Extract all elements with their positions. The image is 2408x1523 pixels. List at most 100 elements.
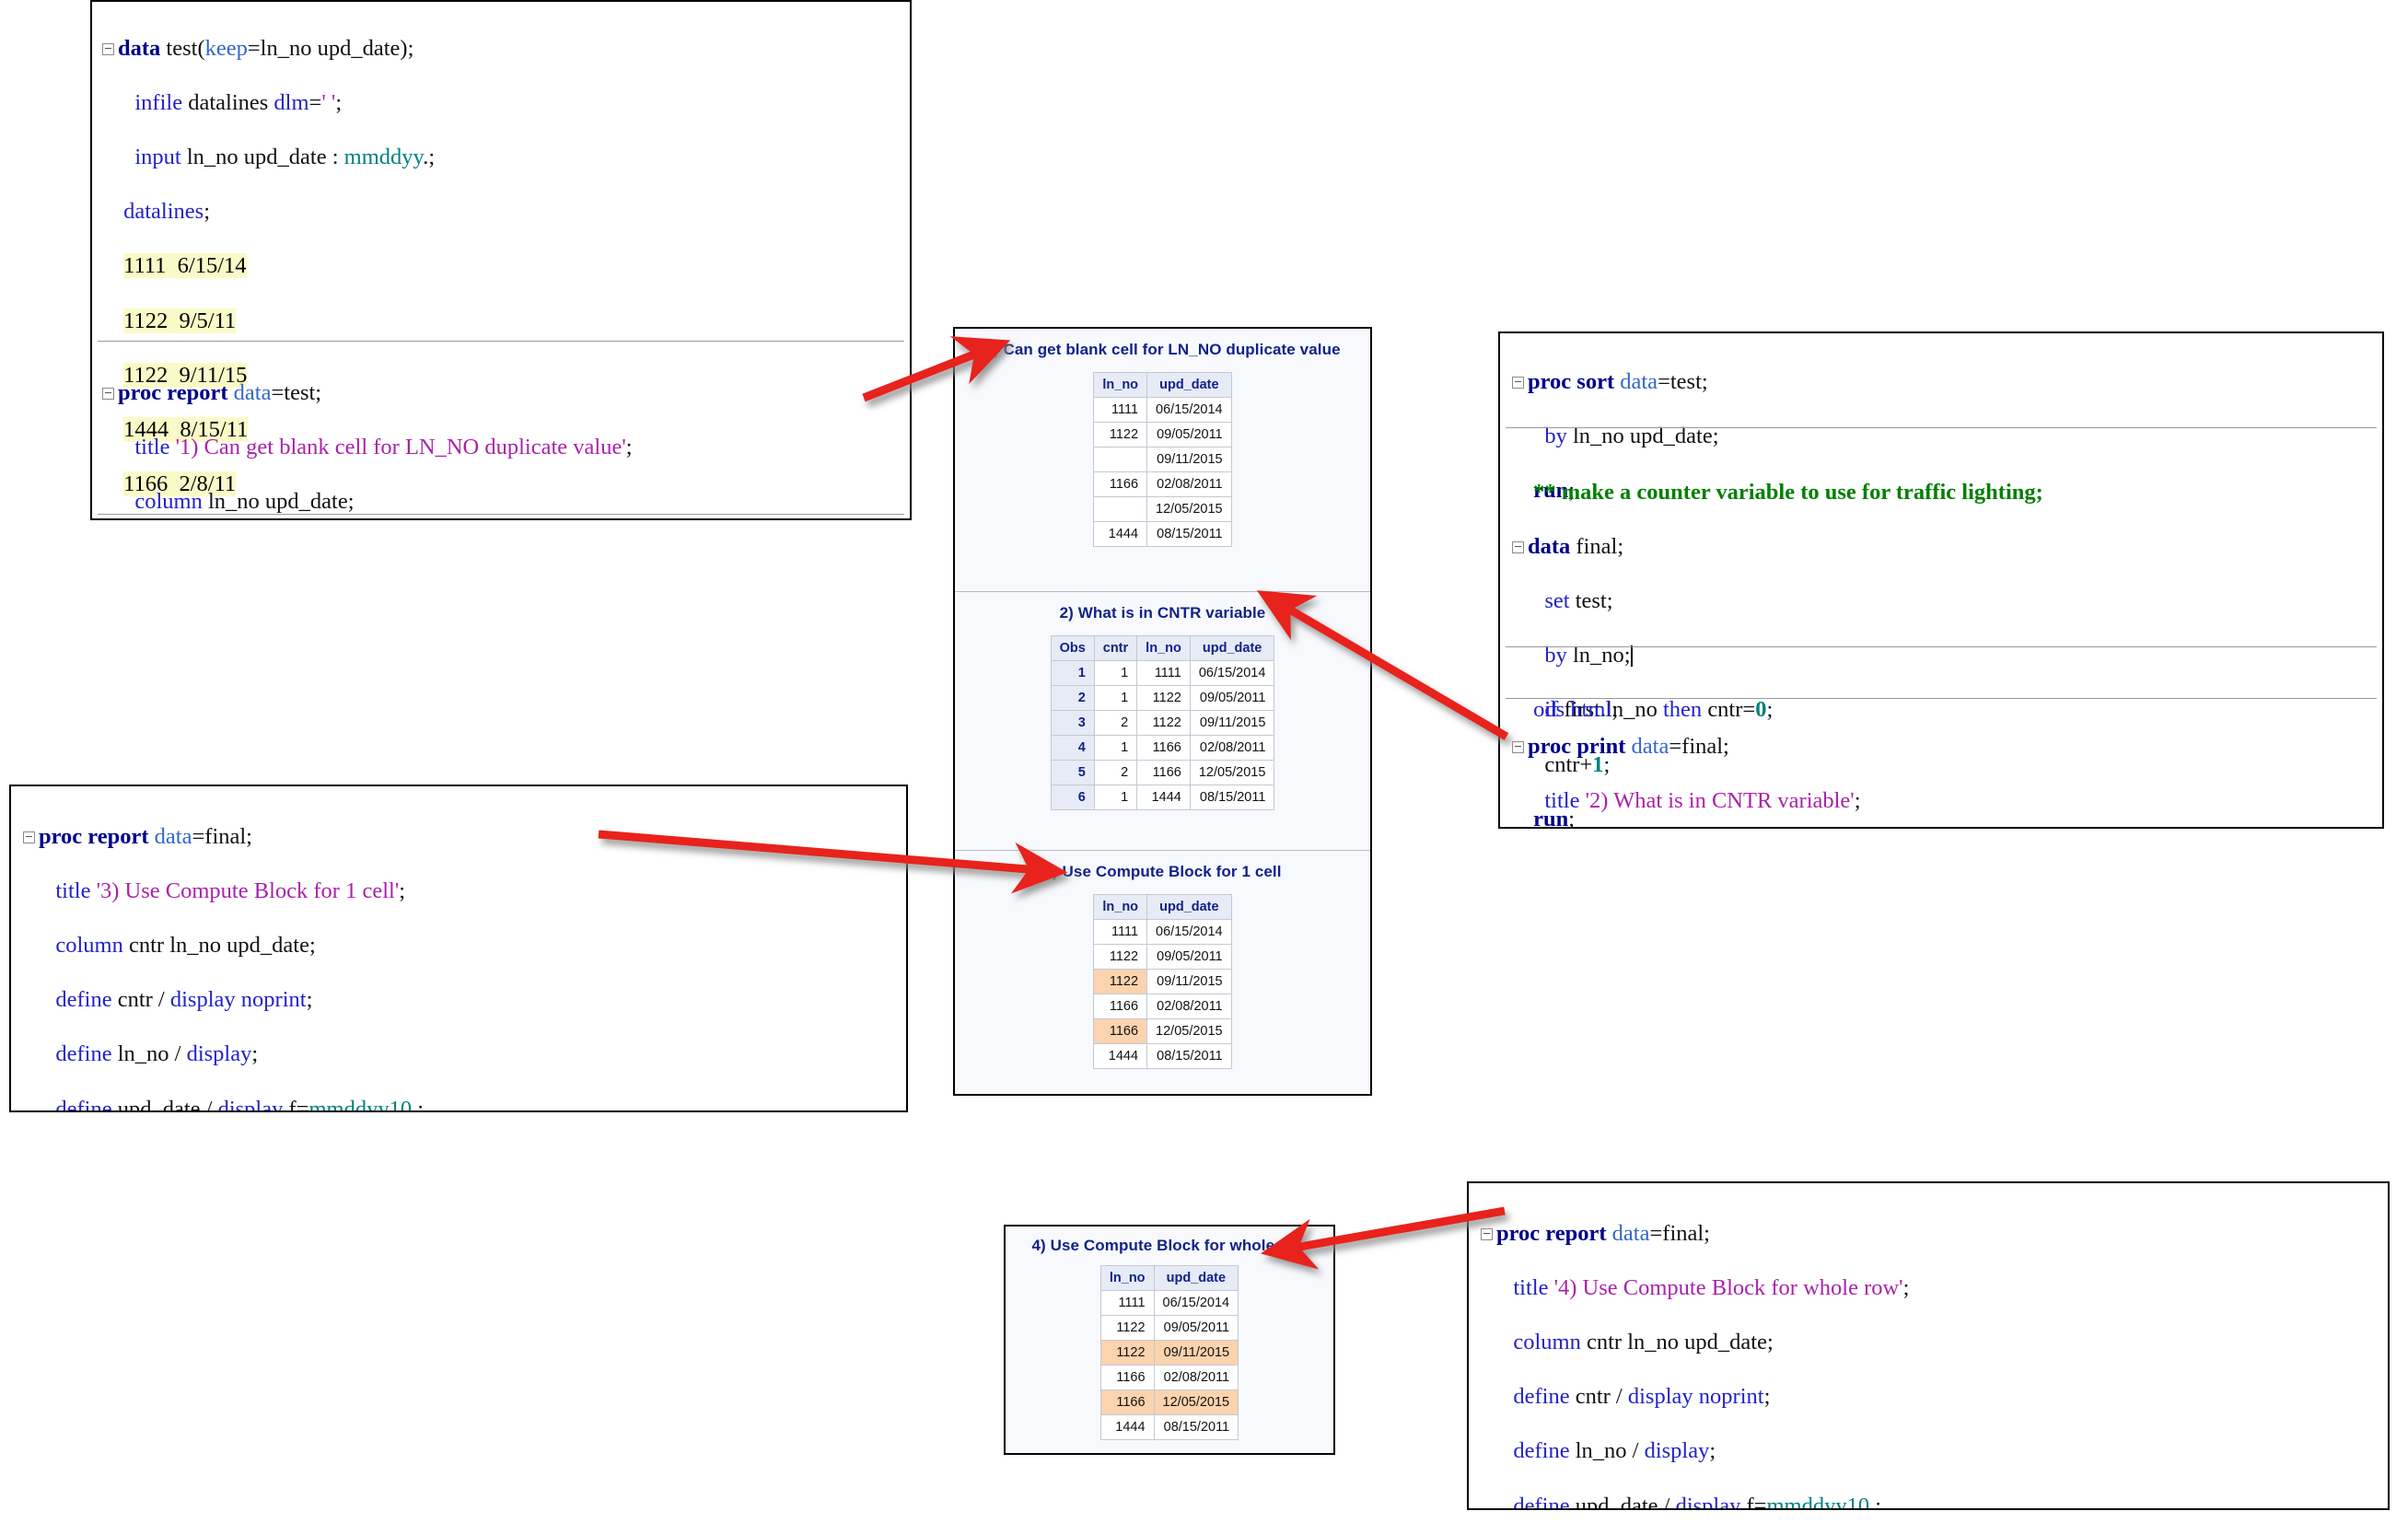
table-cell: 3 [1051,711,1094,736]
output-table-2: Obs cntr ln_no upd_date 11111106/15/2014… [1051,635,1275,810]
code-panel-proc-report-3: proc report data=final; title '3) Use Co… [9,785,908,1112]
sas-code-proc-report-4[interactable]: proc report data=final; title '4) Use Co… [1496,1192,2388,1510]
table-cell: 5 [1051,761,1094,785]
table-cell: 12/05/2015 [1190,761,1274,785]
table-cell: 06/15/2014 [1147,920,1232,945]
table-row: 144408/15/2011 [1094,522,1231,547]
collapse-box-icon[interactable] [102,43,114,55]
collapse-box-icon[interactable] [1512,541,1524,553]
table-cell: 12/05/2015 [1154,1390,1239,1415]
collapse-box-icon[interactable] [23,831,35,843]
column-header-ln-no: ln_no [1137,636,1191,661]
table-cell: 1166 [1100,1390,1154,1415]
table-cell: 1122 [1094,970,1147,994]
table-row: 116602/08/2011 [1094,472,1231,497]
column-header-upd-date: upd_date [1154,1266,1239,1291]
table-cell: 1122 [1100,1341,1154,1366]
collapse-box-icon[interactable] [1512,741,1524,753]
table-cell [1094,448,1147,472]
table-cell: 08/15/2011 [1154,1415,1239,1440]
table-cell: 4 [1051,736,1094,761]
table-cell: 2 [1094,711,1136,736]
table-cell: 1166 [1094,994,1147,1019]
sas-code-proc-print-body[interactable]: proc print data=final; title '2) What is… [1528,705,1861,829]
collapse-box-icon[interactable] [102,388,114,400]
output-section-1: 1) Can get blank cell for LN_NO duplicat… [955,329,1370,591]
table-cell: 1111 [1137,661,1191,686]
ods-output-panel-4: 4) Use Compute Block for whole row ln_no… [1004,1225,1335,1455]
table-cell: 09/05/2011 [1154,1316,1239,1341]
code-panel-data-test: data test(keep=ln_no upd_date); infile d… [90,0,912,520]
table-cell: 1166 [1100,1366,1154,1390]
table-row: 12/05/2015 [1094,497,1231,522]
table-cell: 08/15/2011 [1147,1044,1232,1069]
table-cell: 1166 [1137,761,1191,785]
output-table-1-body: 111106/15/2014112209/05/201109/11/201511… [1094,398,1231,547]
statement-separator [98,341,904,342]
table-cell: 2 [1051,686,1094,711]
table-header-row: ln_no upd_date [1094,895,1231,920]
output-table-3-body: 111106/15/2014112209/05/2011112209/11/20… [1094,920,1231,1069]
table-cell: 1 [1094,785,1136,810]
table-cell: 06/15/2014 [1154,1291,1239,1316]
table-header-row: Obs cntr ln_no upd_date [1051,636,1274,661]
sas-code-proc-report-3[interactable]: proc report data=final; title '3) Use Co… [39,796,906,1112]
collapse-box-icon[interactable] [1512,377,1524,389]
table-cell: 2 [1094,761,1136,785]
sas-code-proc-report-1[interactable]: proc report data=test; title '1) Can get… [118,352,633,520]
table-row: 116612/05/2015 [1100,1390,1238,1415]
table-row: 111106/15/2014 [1100,1291,1238,1316]
table-cell: 02/08/2011 [1190,736,1274,761]
screenshot-canvas: data test(keep=ln_no upd_date); infile d… [0,0,2408,1523]
table-row: 21112209/05/2011 [1051,686,1274,711]
table-cell: 1122 [1137,711,1191,736]
table-cell: 1444 [1094,1044,1147,1069]
column-header-obs: Obs [1051,636,1094,661]
table-cell: 1122 [1137,686,1191,711]
output-section-2: 2) What is in CNTR variable Obs cntr ln_… [955,591,1370,850]
table-row: 116602/08/2011 [1100,1366,1238,1390]
table-row: 112209/11/2015 [1094,970,1231,994]
table-cell: 08/15/2011 [1190,785,1274,810]
output-title-2: 2) What is in CNTR variable [955,592,1370,622]
table-row: 11111106/15/2014 [1051,661,1274,686]
table-row: 112209/05/2011 [1094,423,1231,448]
ods-output-panel-main: 1) Can get blank cell for LN_NO duplicat… [953,327,1372,1096]
table-row: 32112209/11/2015 [1051,711,1274,736]
table-cell: 1122 [1094,945,1147,970]
collapse-box-icon[interactable] [1481,1228,1493,1240]
table-row: 112209/11/2015 [1100,1341,1238,1366]
table-cell: 6 [1051,785,1094,810]
output-table-2-body: 11111106/15/201421112209/05/201132112209… [1051,661,1274,810]
table-cell: 08/15/2011 [1147,522,1232,547]
table-cell: 09/11/2015 [1190,711,1274,736]
statement-separator [98,514,904,515]
output-title-1: 1) Can get blank cell for LN_NO duplicat… [955,329,1370,359]
statement-separator [1506,698,2377,699]
output-table-4: ln_no upd_date 111106/15/2014 112209/05/2… [1100,1265,1239,1440]
table-cell: 09/11/2015 [1147,970,1232,994]
statement-separator [1506,427,2377,428]
table-row: 144408/15/2011 [1094,1044,1231,1069]
output-section-3: 3) Use Compute Block for 1 cell ln_no up… [955,850,1370,1098]
table-cell: 1111 [1094,920,1147,945]
table-cell: 09/11/2015 [1147,448,1232,472]
output-table-4-body: 111106/15/2014 112209/05/2011112209/11/20… [1100,1291,1238,1440]
table-cell: 1444 [1100,1415,1154,1440]
output-table-3: ln_no upd_date 111106/15/2014112209/05/2… [1093,894,1231,1069]
column-header-upd-date: upd_date [1147,373,1232,398]
table-cell: 09/05/2011 [1147,423,1232,448]
table-header-row: ln_no upd_date [1094,373,1231,398]
table-row: 116602/08/2011 [1094,994,1231,1019]
table-cell: 12/05/2015 [1147,1019,1232,1044]
table-cell: 09/11/2015 [1154,1341,1239,1366]
table-cell: 02/08/2011 [1154,1366,1239,1390]
table-cell: 06/15/2014 [1147,398,1232,423]
table-row: 52116612/05/2015 [1051,761,1274,785]
text-caret [1631,645,1633,667]
column-header-ln-no: ln_no [1100,1266,1154,1291]
output-section-4: 4) Use Compute Block for whole row ln_no… [1006,1227,1333,1453]
table-row: 144408/15/2011 [1100,1415,1238,1440]
table-cell: 12/05/2015 [1147,497,1232,522]
table-cell: 1111 [1094,398,1147,423]
